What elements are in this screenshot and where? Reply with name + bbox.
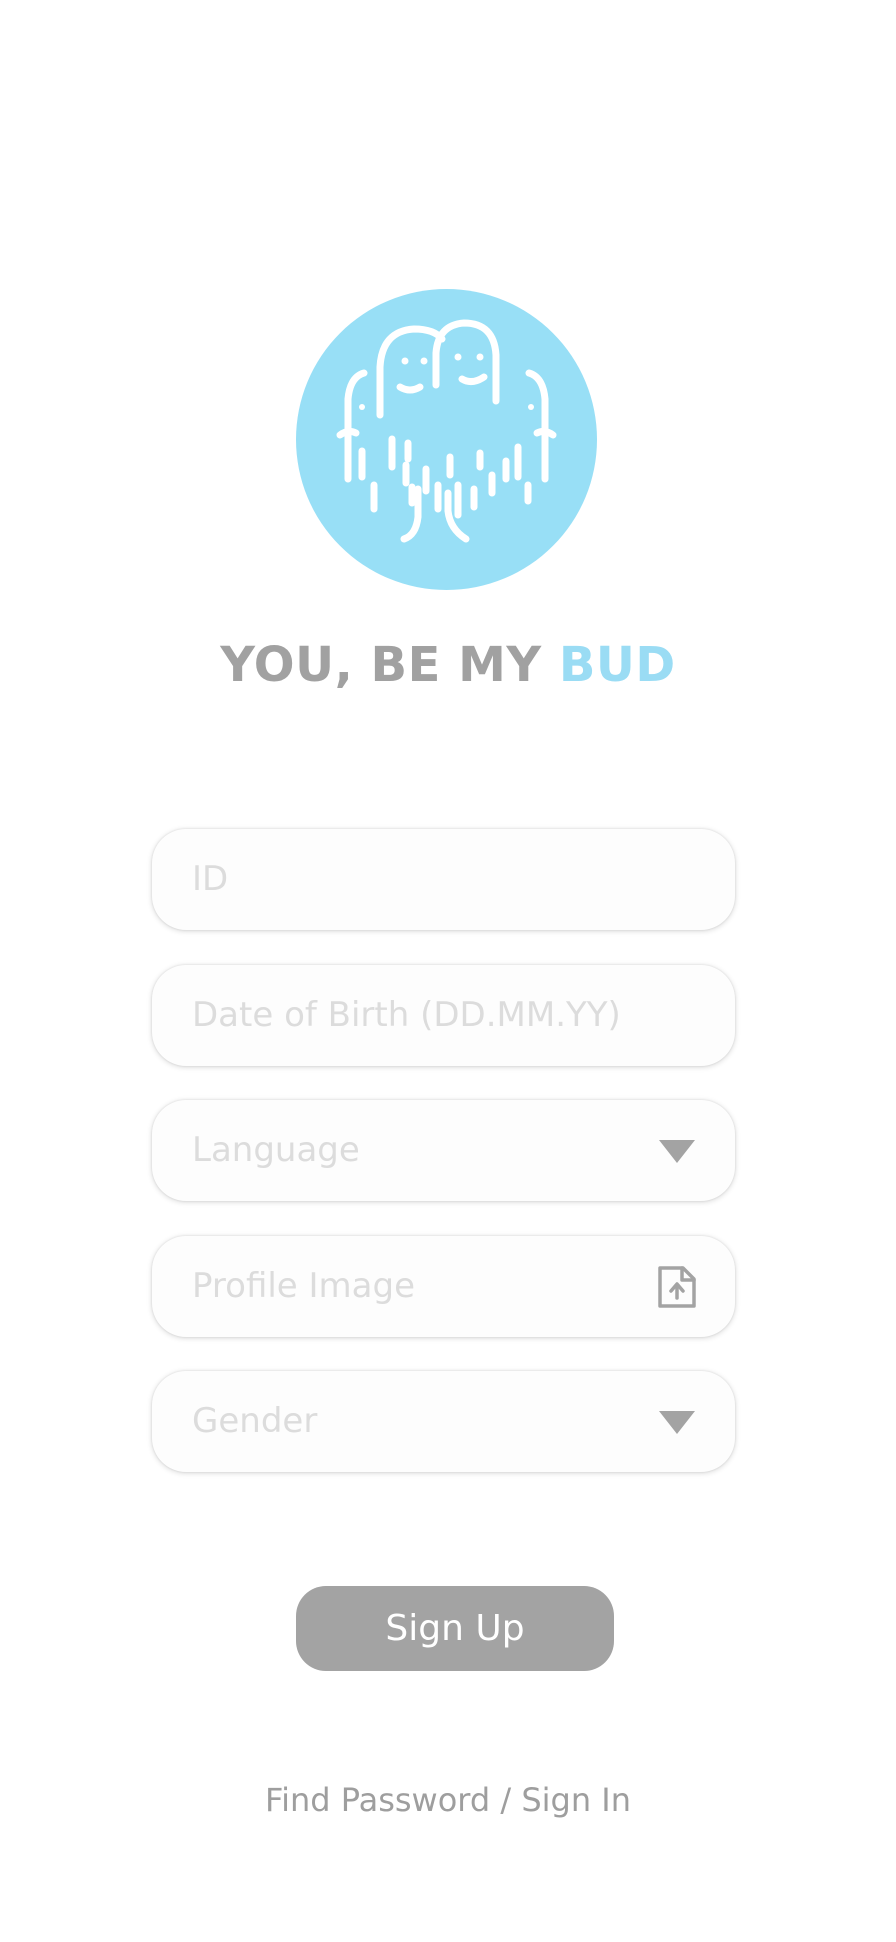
gender-placeholder: Gender [192,1401,318,1441]
file-upload-icon[interactable] [655,1236,699,1337]
brand-title: YOU, BE MY BUD [0,632,896,698]
date-of-birth-field[interactable]: Date of Birth (DD.MM.YY) [152,965,735,1066]
chevron-down-icon[interactable] [655,1371,699,1472]
profile-image-upload[interactable]: Profile Image [152,1236,735,1337]
brand-title-part1: YOU, BE MY [220,637,559,693]
language-placeholder: Language [192,1130,360,1170]
id-field-placeholder: ID [192,859,229,899]
chevron-down-icon[interactable] [655,1100,699,1201]
buddies-logo-icon [336,319,557,543]
brand-title-part2: BUD [558,637,676,693]
sign-up-button[interactable]: Sign Up [296,1586,614,1671]
find-password-sign-in-link[interactable]: Find Password / Sign In [0,1777,896,1823]
gender-select[interactable]: Gender [152,1371,735,1472]
language-select[interactable]: Language [152,1100,735,1201]
app-logo [296,289,597,590]
id-field[interactable]: ID [152,829,735,930]
date-of-birth-placeholder: Date of Birth (DD.MM.YY) [192,995,621,1035]
profile-image-placeholder: Profile Image [192,1266,416,1306]
